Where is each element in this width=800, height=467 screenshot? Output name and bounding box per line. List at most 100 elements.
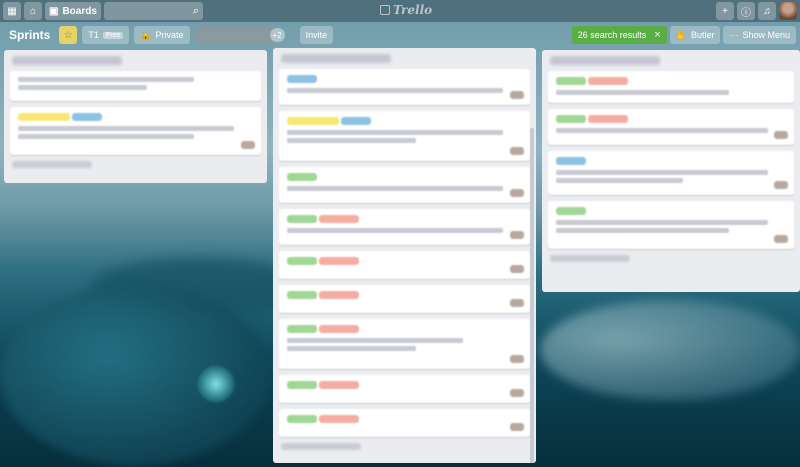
list-title[interactable] (550, 56, 660, 65)
card-labels (556, 157, 786, 165)
card[interactable] (279, 167, 530, 203)
member-count-badge[interactable]: +2 (269, 28, 285, 42)
card-label (287, 381, 317, 389)
card-labels (287, 257, 522, 265)
board-header-actions: 26 search results × ✋ Butler ··· Show Me… (571, 26, 796, 44)
card-label (588, 77, 628, 85)
card[interactable] (10, 71, 261, 101)
card[interactable] (279, 209, 530, 245)
card-labels (556, 77, 786, 85)
list-column[interactable] (542, 50, 800, 292)
board-header: Sprints ☆ T1 Free 🔒 Private +2 Invite 26… (0, 25, 800, 45)
apps-menu-button[interactable]: ▦ (3, 2, 21, 20)
card-text (287, 186, 504, 191)
card-labels (556, 207, 786, 215)
card[interactable] (548, 71, 794, 103)
list-title[interactable] (12, 56, 122, 65)
card-label (556, 207, 586, 215)
card-label (556, 157, 586, 165)
search-results-label: 26 search results (577, 30, 647, 40)
card-labels (287, 215, 522, 223)
card-label (287, 325, 317, 333)
card[interactable] (548, 201, 794, 249)
card-label (18, 113, 70, 121)
invite-button[interactable]: Invite (299, 26, 334, 44)
card-badge (510, 389, 524, 397)
show-menu-button[interactable]: ··· Show Menu (723, 26, 796, 44)
card-badge (510, 231, 524, 239)
card-text (556, 228, 729, 233)
add-card-button[interactable] (281, 443, 361, 450)
card-label (287, 215, 317, 223)
info-button[interactable]: ⓘ (737, 2, 755, 20)
card-labels (556, 115, 786, 123)
close-icon[interactable]: × (654, 29, 660, 41)
search-icon: ⌕ (192, 4, 199, 17)
card-label (287, 173, 317, 181)
list-scrollbar[interactable] (530, 128, 534, 463)
logo-text: Trello (393, 3, 433, 17)
show-menu-label: Show Menu (742, 30, 790, 40)
list-column[interactable] (4, 50, 267, 183)
card-badge (510, 299, 524, 307)
trello-logo[interactable]: Trello (380, 3, 432, 17)
card-label (319, 325, 359, 333)
card-text (287, 228, 504, 233)
card-labels (287, 291, 522, 299)
card-label (287, 117, 339, 125)
grid-icon: ▦ (7, 5, 17, 17)
card-label (287, 75, 317, 83)
card-text (556, 128, 768, 133)
team-prefix: T1 (88, 30, 99, 40)
card[interactable] (548, 109, 794, 145)
member-avatars[interactable] (194, 26, 275, 44)
home-icon: ⌂ (29, 5, 37, 17)
notifications-button[interactable]: ♫ (758, 2, 776, 20)
search-input[interactable]: ⌕ (103, 2, 203, 20)
card[interactable] (279, 319, 530, 369)
card-label (588, 115, 628, 123)
card-badge (774, 181, 788, 189)
team-button[interactable]: T1 Free (82, 26, 130, 44)
card[interactable] (548, 151, 794, 195)
butler-button[interactable]: ✋ Butler (669, 26, 721, 44)
search-results-badge[interactable]: 26 search results × (571, 26, 667, 44)
card-labels (287, 381, 522, 389)
card[interactable] (279, 69, 530, 105)
star-button[interactable]: ☆ (59, 26, 78, 44)
list-column[interactable] (273, 48, 536, 463)
invite-label: Invite (305, 30, 328, 40)
list-title[interactable] (281, 54, 391, 63)
card[interactable] (279, 111, 530, 161)
privacy-button[interactable]: 🔒 Private (134, 26, 190, 44)
card[interactable] (279, 375, 530, 403)
boards-button[interactable]: ▣ Boards (45, 2, 101, 20)
bell-icon: ♫ (763, 5, 771, 17)
card-badge (510, 147, 524, 155)
card[interactable] (279, 251, 530, 279)
card-label (319, 215, 359, 223)
logo-icon (380, 5, 390, 15)
create-button[interactable]: + (716, 2, 734, 20)
card-badge (774, 131, 788, 139)
card-badge (774, 235, 788, 243)
card-text (287, 130, 504, 135)
card-text (18, 134, 195, 139)
card[interactable] (279, 409, 530, 437)
add-card-button[interactable] (12, 161, 92, 168)
team-plan-badge: Free (102, 31, 124, 39)
board-title[interactable]: Sprints (9, 28, 50, 42)
card[interactable] (279, 285, 530, 313)
card-text (287, 338, 464, 343)
card-labels (287, 415, 522, 423)
card[interactable] (10, 107, 261, 155)
boards-label: Boards (62, 5, 97, 17)
home-button[interactable]: ⌂ (24, 2, 42, 20)
more-icon: ··· (729, 30, 739, 40)
avatar[interactable] (779, 2, 797, 20)
card-labels (287, 117, 522, 125)
star-icon: ☆ (63, 29, 73, 41)
add-card-button[interactable] (550, 255, 630, 262)
card-badge (510, 355, 524, 363)
info-icon: ⓘ (741, 7, 751, 19)
